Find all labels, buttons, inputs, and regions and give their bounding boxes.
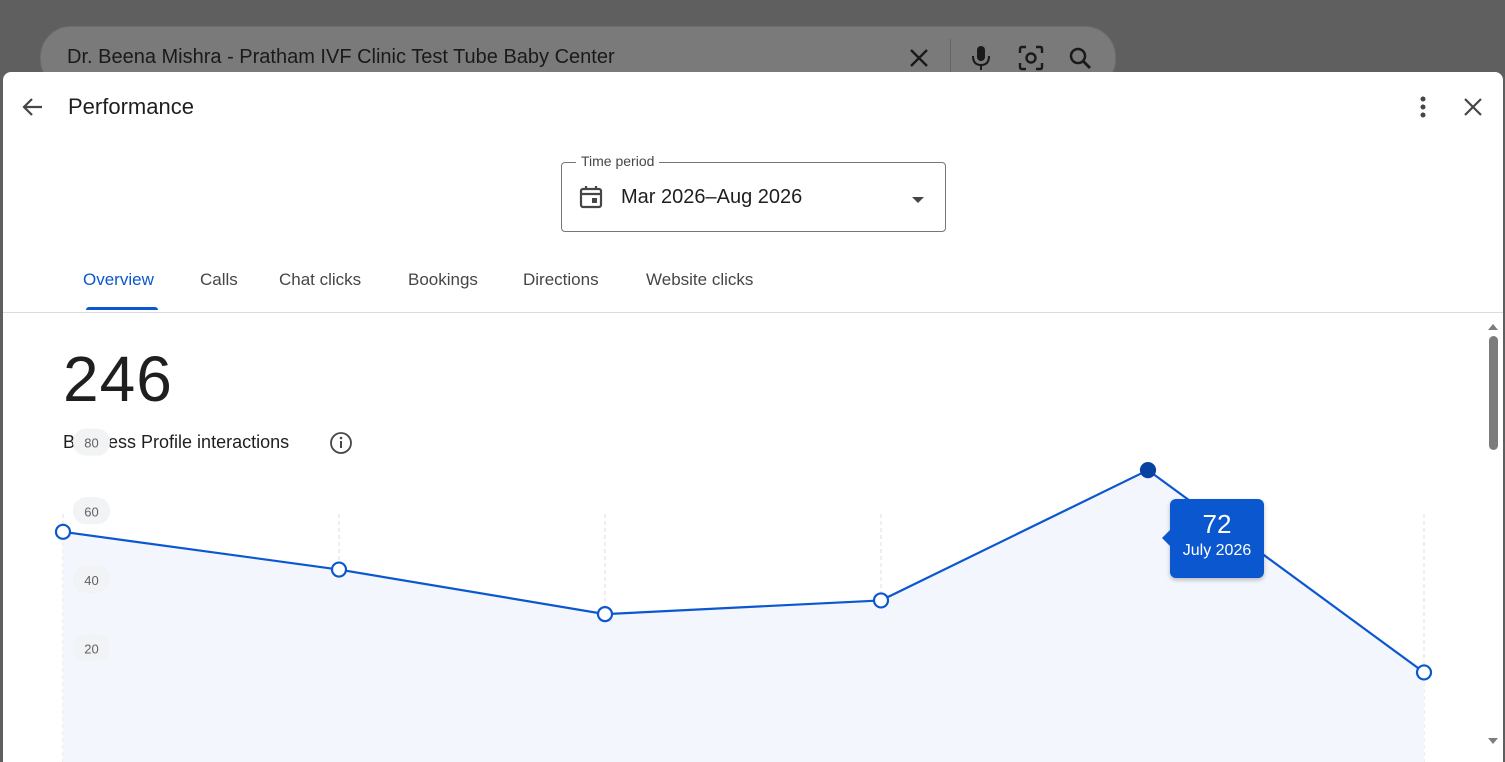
scroll-up-icon[interactable] (1487, 318, 1499, 330)
search-icon[interactable] (1065, 43, 1095, 73)
y-tick-label: 60 (84, 504, 98, 519)
tooltip-value: 72 (1202, 509, 1232, 539)
y-tick-label: 40 (84, 573, 98, 588)
performance-dialog: Performance Time period Mar 2026–Aug 202… (3, 72, 1503, 762)
data-point-aug-2026 (1415, 664, 1433, 681)
interactions-chart: 80 60 40 20 (54, 428, 1433, 762)
tooltip-date: July 2026 (1182, 542, 1252, 559)
data-point-apr-2026 (330, 561, 348, 578)
tooltip-pointer (1162, 530, 1170, 546)
y-tick-label: 20 (84, 641, 98, 656)
close-icon[interactable] (904, 43, 934, 73)
scrollbar-thumb[interactable] (1489, 336, 1498, 450)
data-point-jun-2026 (872, 592, 890, 609)
data-point-mar-2026 (54, 523, 72, 540)
y-tick-label: 80 (84, 436, 98, 451)
chart-tooltip: 72 July 2026 (1162, 499, 1264, 578)
camera-search-icon[interactable] (1016, 43, 1046, 73)
data-point-may-2026 (596, 606, 614, 623)
mic-icon[interactable] (966, 43, 996, 73)
scroll-down-icon[interactable] (1487, 732, 1499, 744)
data-point-jul-2026 (1139, 462, 1157, 479)
search-query[interactable]: Dr. Beena Mishra - Pratham IVF Clinic Te… (67, 46, 615, 69)
